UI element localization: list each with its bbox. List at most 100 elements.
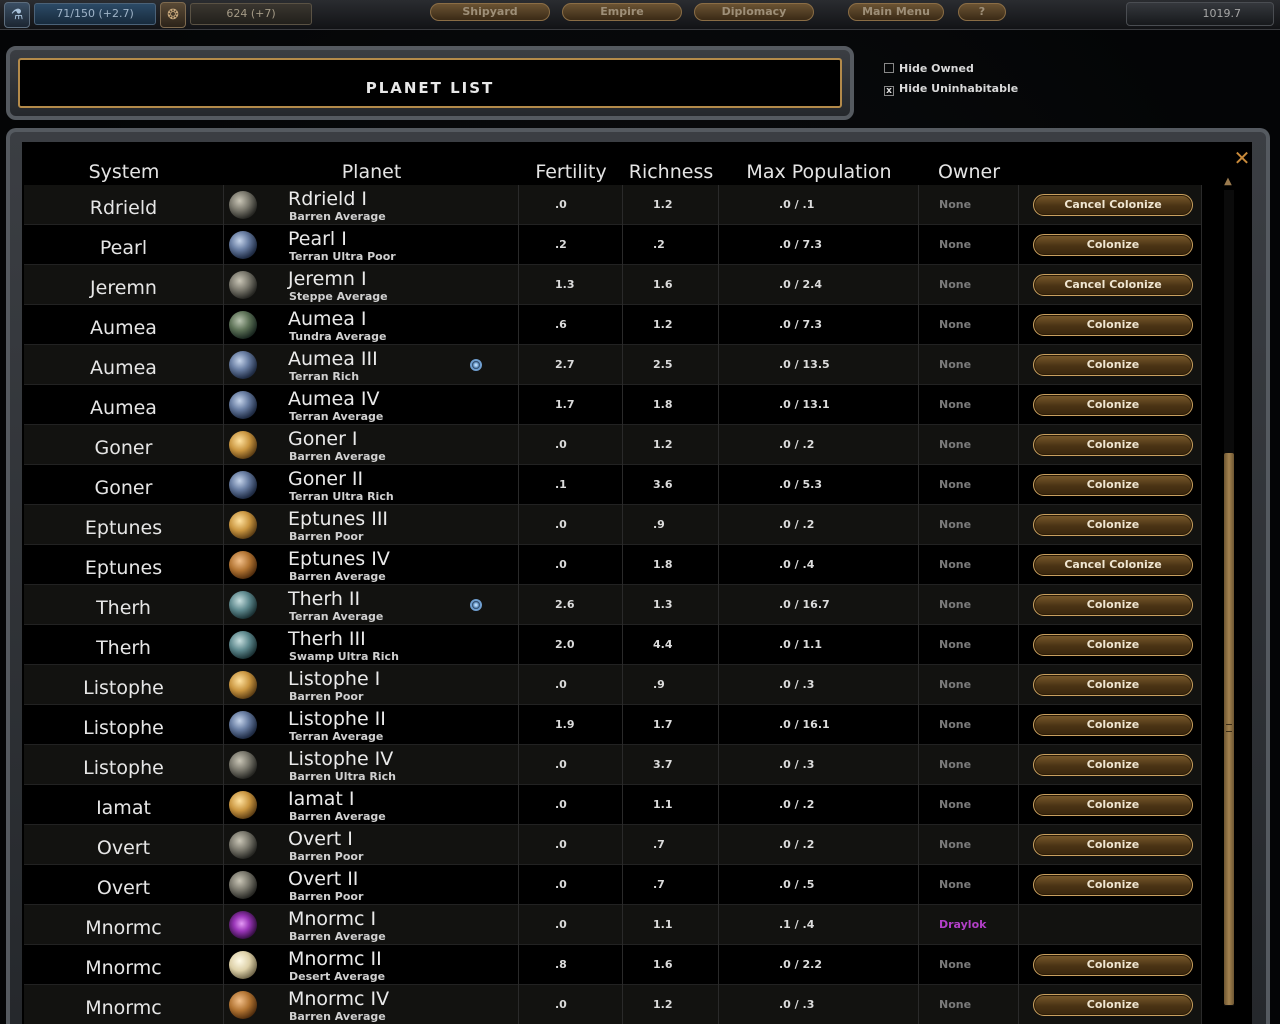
colonize-button[interactable]: Colonize — [1033, 874, 1193, 896]
planet-cell: Eptunes IV Barren Average — [224, 545, 519, 585]
research-icon[interactable]: ⚗ — [4, 2, 30, 28]
table-row[interactable]: Goner Goner II Terran Ultra Rich .1 3.6.0 / … — [24, 465, 1202, 505]
table-row[interactable]: Therh Therh III Swamp Ultra Rich 2.0 4.4.0 /… — [24, 625, 1202, 665]
fertility-cell: .0 — [519, 425, 623, 465]
fertility-cell: .0 — [519, 665, 623, 705]
table-row[interactable]: Mnormc Mnormc I Barren Average .0 1.1.1 / .4… — [24, 905, 1202, 945]
colonize-button[interactable]: Colonize — [1033, 354, 1193, 376]
colonize-button[interactable]: Colonize — [1033, 474, 1193, 496]
table-row[interactable]: Therh Therh II Terran Average 2.6 1.3.0 / 16… — [24, 585, 1202, 625]
fertility-value: .0 — [555, 558, 567, 571]
hide-uninhabitable-box[interactable]: x — [884, 86, 894, 96]
table-row[interactable]: Pearl Pearl I Terran Ultra Poor .2.2.0 / 7.… — [24, 225, 1202, 265]
table-row[interactable]: Goner Goner I Barren Average .0 1.2.0 / .2 No… — [24, 425, 1202, 465]
action-cell: Colonize — [1019, 745, 1202, 785]
owner-cell: None — [919, 705, 1019, 745]
table-row[interactable]: Aumea Aumea I Tundra Average .6 1.2.0 / 7.3 N… — [24, 305, 1202, 345]
table-row[interactable]: Overt Overt I Barren Poor .0.7.0 / .2 None Co… — [24, 825, 1202, 865]
planet-name: Iamat I — [288, 788, 355, 810]
column-header-system[interactable]: System — [24, 161, 224, 183]
planet-name: Therh II — [288, 588, 361, 610]
richness-cell: 1.6 — [623, 945, 719, 985]
hide-owned-box[interactable] — [884, 63, 894, 73]
planet-class: Terran Rich — [289, 370, 360, 383]
table-row[interactable]: Iamat Iamat I Barren Average .0 1.1.0 / .2 No… — [24, 785, 1202, 825]
owner-cell: None — [919, 665, 1019, 705]
column-header-owner[interactable]: Owner — [919, 161, 1019, 183]
action-cell: Cancel Colonize — [1019, 185, 1202, 225]
population-cell: .0 / .2 — [719, 425, 919, 465]
colonize-button[interactable]: Colonize — [1033, 794, 1193, 816]
colonize-button[interactable]: Colonize — [1033, 434, 1193, 456]
planet-name: Mnormc IV — [288, 988, 390, 1010]
table-row[interactable]: Jeremn Jeremn I Steppe Average 1.3 1.6.0 / 2… — [24, 265, 1202, 305]
table-row[interactable]: Eptunes Eptunes III Barren Poor .0.9.0 / .2… — [24, 505, 1202, 545]
cancel-colonize-button[interactable]: Cancel Colonize — [1033, 194, 1193, 216]
page-title: PLANET LIST — [365, 79, 495, 97]
owner-cell: None — [919, 585, 1019, 625]
column-header-richness[interactable]: Richness — [623, 161, 719, 183]
action-cell: Colonize — [1019, 785, 1202, 825]
colonize-button[interactable]: Colonize — [1033, 634, 1193, 656]
empire-button[interactable]: Empire — [562, 3, 682, 21]
table-row[interactable]: Listophe Listophe II Terran Average 1.9 1.7.… — [24, 705, 1202, 745]
planet-cell: Aumea IV Terran Average — [224, 385, 519, 425]
diplomacy-button[interactable]: Diplomacy — [694, 3, 814, 21]
help-button[interactable]: ? — [958, 3, 1006, 21]
colonize-button[interactable]: Colonize — [1033, 994, 1193, 1016]
population-cell: .0 / .5 — [719, 865, 919, 905]
hide-owned-checkbox[interactable]: Hide Owned — [884, 62, 974, 75]
richness-cell: .9 — [623, 505, 719, 545]
colonize-button[interactable]: Colonize — [1033, 954, 1193, 976]
colonize-button[interactable]: Colonize — [1033, 514, 1193, 536]
system-cell: Therh — [24, 585, 224, 625]
owner-cell: None — [919, 625, 1019, 665]
colonize-button[interactable]: Colonize — [1033, 314, 1193, 336]
column-header-max-population[interactable]: Max Population — [719, 161, 919, 183]
table-row[interactable]: Aumea Aumea IV Terran Average 1.7 1.8.0 / 13… — [24, 385, 1202, 425]
table-row[interactable]: Listophe Listophe I Barren Poor .0.9.0 / .3… — [24, 665, 1202, 705]
richness-cell: 1.8 — [623, 545, 719, 585]
planet-globe-icon — [229, 391, 257, 419]
planet-cell: Therh II Terran Average — [224, 585, 519, 625]
scroll-up-icon[interactable]: ▲ — [1220, 176, 1236, 188]
table-row[interactable]: Mnormc Mnormc IV Barren Average .0 1.2.0 / .… — [24, 985, 1202, 1024]
planet-name: Mnormc II — [288, 948, 382, 970]
shipyard-button[interactable]: Shipyard — [430, 3, 550, 21]
owner-cell: None — [919, 865, 1019, 905]
stardate: 1019.7 — [1126, 2, 1274, 26]
table-row[interactable]: Listophe Listophe IV Barren Ultra Rich .0 3.… — [24, 745, 1202, 785]
main-menu-button[interactable]: Main Menu — [848, 3, 944, 21]
planet-globe-icon — [229, 231, 257, 259]
colonize-button[interactable]: Colonize — [1033, 394, 1193, 416]
column-header-fertility[interactable]: Fertility — [519, 161, 623, 183]
colonize-button[interactable]: Colonize — [1033, 714, 1193, 736]
population-cell: .0 / .3 — [719, 745, 919, 785]
richness-cell: 1.8 — [623, 385, 719, 425]
table-row[interactable]: Aumea Aumea III Terran Rich 2.7 2.5.0 / 13.5… — [24, 345, 1202, 385]
population-cell: .0 / 2.2 — [719, 945, 919, 985]
colonize-button[interactable]: Colonize — [1033, 234, 1193, 256]
colonize-button[interactable]: Colonize — [1033, 674, 1193, 696]
hide-uninhabitable-checkbox[interactable]: x Hide Uninhabitable — [884, 82, 1018, 96]
fertility-value: .8 — [555, 958, 567, 971]
table-row[interactable]: Rdrield Rdrield I Barren Average .0 1.2.0 / … — [24, 185, 1202, 225]
colonize-button[interactable]: Colonize — [1033, 754, 1193, 776]
close-icon[interactable]: ✕ — [1231, 148, 1253, 170]
fertility-cell: 1.9 — [519, 705, 623, 745]
table-row[interactable]: Mnormc Mnormc II Desert Average .8 1.6.0 / 2… — [24, 945, 1202, 985]
fertility-value: 2.6 — [555, 598, 575, 611]
planet-globe-icon — [229, 351, 257, 379]
fertility-cell: .0 — [519, 505, 623, 545]
cancel-colonize-button[interactable]: Cancel Colonize — [1033, 554, 1193, 576]
colonize-button[interactable]: Colonize — [1033, 834, 1193, 856]
table-row[interactable]: Eptunes Eptunes IV Barren Average .0 1.8.0 /… — [24, 545, 1202, 585]
credits-icon[interactable]: ❂ — [160, 2, 186, 28]
population-cell: .0 / .2 — [719, 825, 919, 865]
column-header-planet[interactable]: Planet — [224, 161, 519, 183]
table-row[interactable]: Overt Overt II Barren Poor .0.7.0 / .5 None C… — [24, 865, 1202, 905]
colonize-button[interactable]: Colonize — [1033, 594, 1193, 616]
cancel-colonize-button[interactable]: Cancel Colonize — [1033, 274, 1193, 296]
planet-globe-icon — [229, 791, 257, 819]
owner-cell: None — [919, 345, 1019, 385]
